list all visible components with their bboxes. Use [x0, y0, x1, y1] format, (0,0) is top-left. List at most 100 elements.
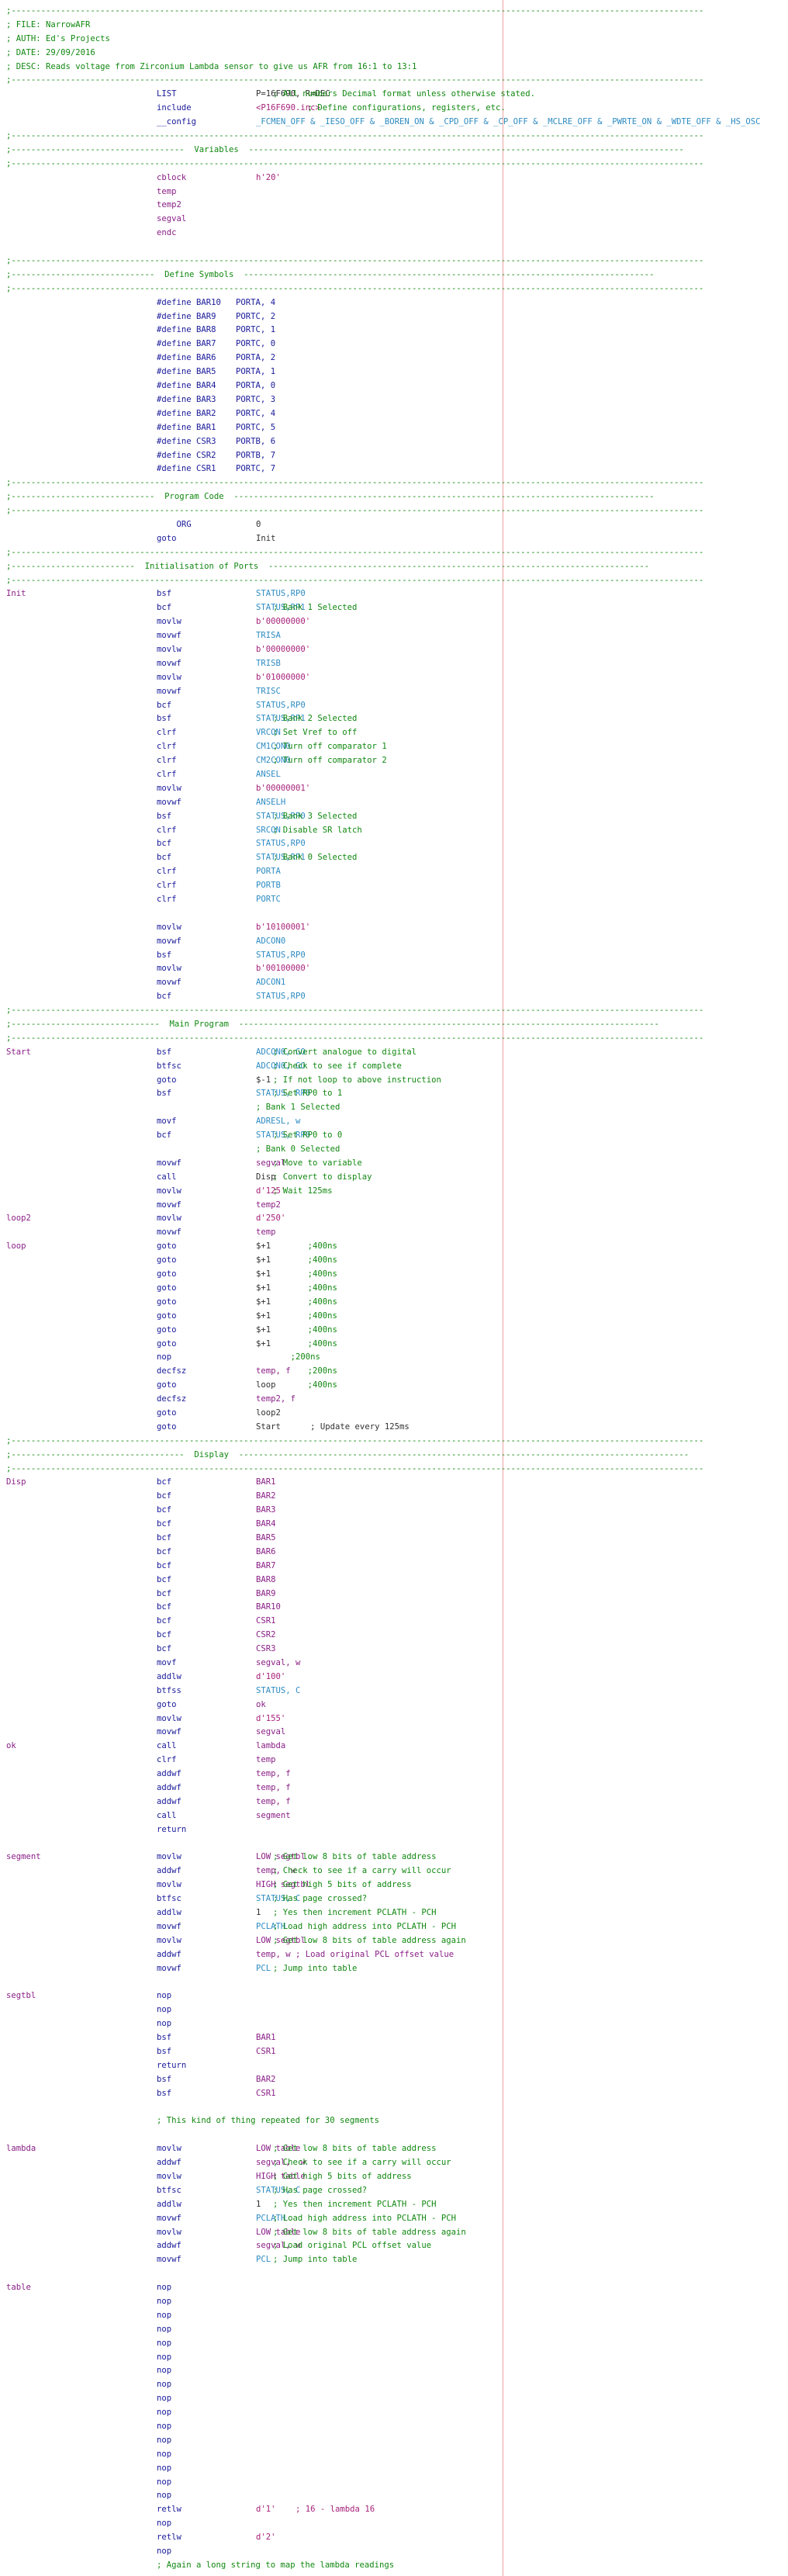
code-mnemonic: bsf [157, 589, 172, 599]
code-line: movlw d'155' [6, 1712, 782, 1726]
code-label: loop [6, 1241, 26, 1252]
code-line: bcf BAR9 [6, 1587, 782, 1601]
code-operand: segval [256, 1727, 286, 1737]
code-operand: Start ; Update every 125ms [256, 1421, 410, 1432]
code-line: addwf temp, f [6, 1781, 782, 1795]
code-comment: ; Move to variable [273, 1158, 362, 1168]
code-line: goto $+1 ;400ns [6, 1338, 782, 1352]
code-line: bcf BAR10 [6, 1601, 782, 1615]
code-operand: 0 [256, 519, 261, 529]
code-comment: ; Set RP0 to 0 [273, 1130, 343, 1141]
code-mnemonic: movwf [157, 797, 181, 807]
code-mnemonic: clrf [157, 881, 177, 891]
code-comment: ;400ns [273, 1324, 337, 1335]
code-mnemonic: #define CSR1 PORTC, 7 [157, 464, 276, 474]
code-line: movlw b'10100001' [6, 921, 782, 935]
code-listing: ;---------------------------------------… [6, 5, 782, 2573]
code-mnemonic: bcf [157, 1491, 172, 1501]
code-comment: ; Load original PCL offset value [273, 2241, 432, 2251]
code-mnemonic: ; Again a long string to map the lambda … [157, 2560, 395, 2570]
code-operand: $+1 [256, 1297, 271, 1307]
code-comment: ; Set RP0 to 1 [273, 1089, 343, 1099]
code-operand: STATUS,RP0 [256, 839, 306, 849]
code-line: #define BAR8 PORTC, 1 [6, 324, 782, 338]
code-line: movwf PCLATH; Load high address into PCLA… [6, 2212, 782, 2226]
code-mnemonic: return [157, 2060, 187, 2070]
code-line: clrf PORTA [6, 865, 782, 879]
code-line: ;------------------------------ Main Pro… [6, 1018, 782, 1032]
code-line: nop [6, 2489, 782, 2503]
code-mnemonic: movwf [157, 1158, 181, 1168]
code-mnemonic: goto [157, 1255, 177, 1265]
code-mnemonic: LIST [157, 89, 177, 99]
code-line: nop [6, 2406, 782, 2420]
code-mnemonic: movwf [157, 631, 181, 641]
code-line: LIST P=16F690, R=DEC; All numbers Decimal… [6, 88, 782, 102]
code-mnemonic: addwf [157, 1949, 181, 1959]
code-line: movf ADRESL, w [6, 1115, 782, 1129]
code-line: goto $+1 ;400ns [6, 1296, 782, 1310]
code-mnemonic: nop [157, 2019, 172, 2029]
code-mnemonic: #define BAR3 PORTC, 3 [157, 394, 276, 404]
code-comment: ;400ns [273, 1338, 337, 1349]
code-mnemonic: temp2 [157, 200, 181, 210]
code-operand: temp, f [256, 1796, 291, 1806]
code-line: return [6, 2059, 782, 2073]
code-line: ;---------------------------------------… [6, 282, 782, 296]
code-mnemonic: nop [157, 2338, 172, 2348]
code-line: #define BAR7 PORTC, 0 [6, 338, 782, 351]
code-line: goto $-1; If not loop to above instructio… [6, 1074, 782, 1088]
code-line: movwf PCL; Jump into table [6, 1962, 782, 1976]
code-mnemonic: #define BAR2 PORTC, 4 [157, 408, 276, 418]
code-line: segval [6, 213, 782, 227]
code-comment: ; Bank 1 Selected [273, 603, 358, 613]
code-mnemonic: goto [157, 1311, 177, 1321]
code-comment: ; All numbers Decimal format unless othe… [273, 89, 536, 99]
code-line: ;----------------------------------- Var… [6, 144, 782, 158]
code-line: goto loop ;400ns [6, 1379, 782, 1393]
code-mnemonic: bsf [157, 2046, 172, 2056]
code-mnemonic: clrf [157, 867, 177, 877]
code-line: movlw b'00000000' [6, 615, 782, 629]
code-comment: ; AUTH: Ed's Projects [6, 33, 110, 43]
code-operand: d'1' ; 16 - lambda 16 [256, 2505, 375, 2515]
code-mnemonic: nop [157, 2310, 172, 2320]
code-line: nop [6, 2545, 782, 2559]
code-operand: ANSEL [256, 769, 281, 779]
code-line: lambda movlw LOW table; Get low 8 bits of … [6, 2142, 782, 2156]
code-line: ; FILE: NarrowAFR [6, 19, 782, 33]
code-mnemonic: goto [157, 1324, 177, 1335]
code-line: bcf BAR6 [6, 1546, 782, 1560]
code-comment: ; Has page crossed? [273, 1894, 368, 1904]
code-editor[interactable]: ;---------------------------------------… [0, 0, 788, 2576]
code-comment: ;---------------------------------------… [6, 1435, 704, 1446]
code-line: __config _FCMEN_OFF & _IESO_OFF & _BOREN_… [6, 116, 782, 130]
code-comment: ;400ns [273, 1241, 337, 1252]
code-operand: BAR1 [256, 1477, 276, 1487]
code-line: bcf BAR4 [6, 1518, 782, 1532]
code-comment: ; Bank 2 Selected [273, 714, 358, 724]
code-operand: _FCMEN_OFF & _IESO_OFF & _BOREN_ON & _CP… [256, 117, 761, 127]
code-mnemonic: nop [157, 2005, 172, 2015]
code-mnemonic: goto [157, 1407, 177, 1418]
code-comment: ;----------------------------------- Dis… [6, 1449, 690, 1459]
code-operand: temp, f [256, 1783, 291, 1792]
code-comment: ; Get low 8 bits of table address again [273, 2227, 466, 2237]
code-operand: BAR10 [256, 1602, 281, 1612]
code-mnemonic: movf [157, 1117, 177, 1127]
code-operand: $+1 [256, 1269, 271, 1279]
code-operand: STATUS,RP0 [256, 589, 306, 599]
code-mnemonic: btfsc [157, 2185, 181, 2195]
code-comment: ;---------------------------------------… [6, 6, 704, 16]
code-mnemonic: bcf [157, 839, 172, 849]
code-comment: ; FILE: NarrowAFR [6, 19, 91, 29]
code-line: bsf STATUS,RP0; Bank 3 Selected [6, 810, 782, 824]
code-mnemonic: nop [157, 2283, 172, 2293]
code-comment: ; Turn off comparator 2 [273, 756, 387, 766]
code-line: ;---------------------------------------… [6, 74, 782, 88]
code-line: retlw d'2' [6, 2531, 782, 2545]
code-operand: CSR1 [256, 1616, 276, 1626]
